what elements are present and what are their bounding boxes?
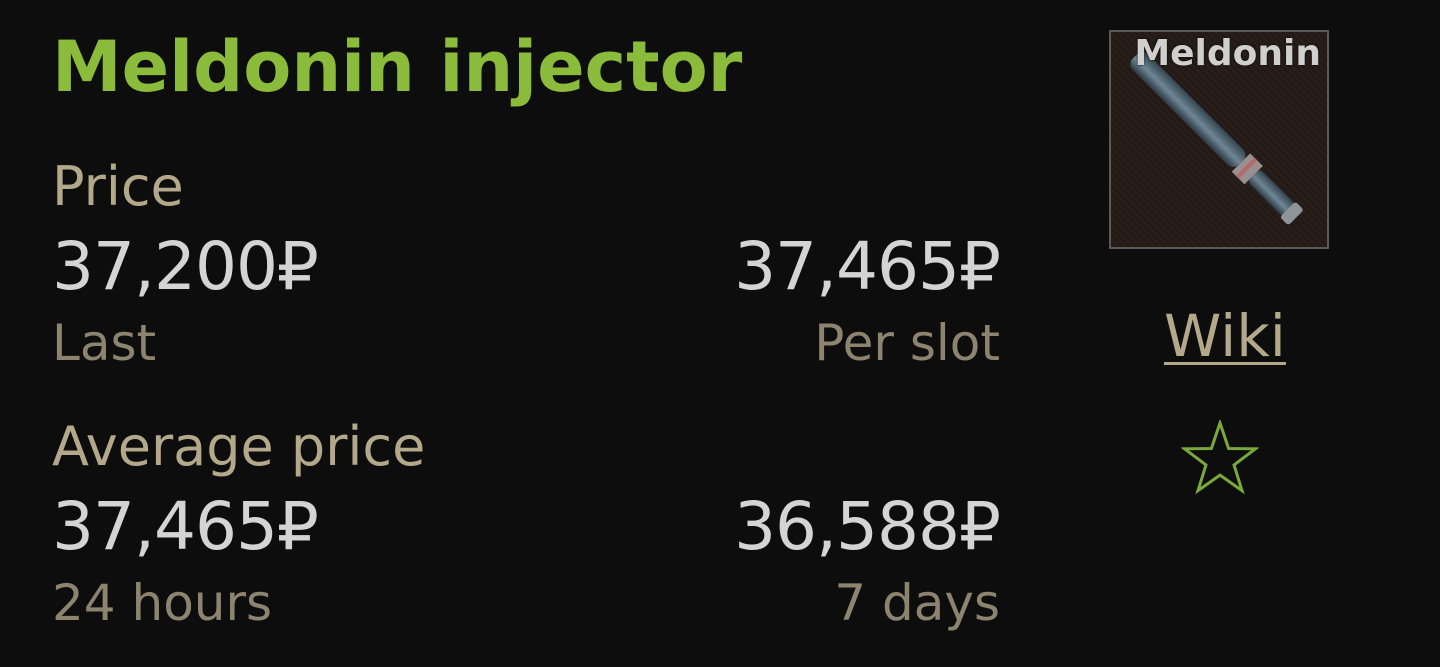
wiki-link[interactable]: Wiki: [1164, 307, 1286, 365]
last-price-label: Last: [52, 314, 157, 372]
thumbnail-label: Meldonin: [1134, 33, 1321, 74]
per-slot-price-value: 37,465₽: [734, 228, 1001, 305]
last-price-value: 37,200₽: [52, 228, 319, 305]
average-price-heading: Average price: [52, 415, 426, 478]
item-title: Meldonin injector: [52, 26, 743, 108]
average-7d-label: 7 days: [834, 574, 1000, 632]
favorite-star-icon[interactable]: [1181, 420, 1259, 498]
item-price-card: Meldonin injector Price 37,200₽ 37,465₽ …: [0, 0, 1440, 667]
per-slot-label: Per slot: [814, 314, 1000, 372]
price-heading: Price: [52, 155, 184, 218]
average-24h-value: 37,465₽: [52, 488, 319, 565]
average-24h-label: 24 hours: [52, 574, 273, 632]
item-thumbnail: Meldonin: [1109, 30, 1329, 249]
average-7d-value: 36,588₽: [734, 488, 1001, 565]
